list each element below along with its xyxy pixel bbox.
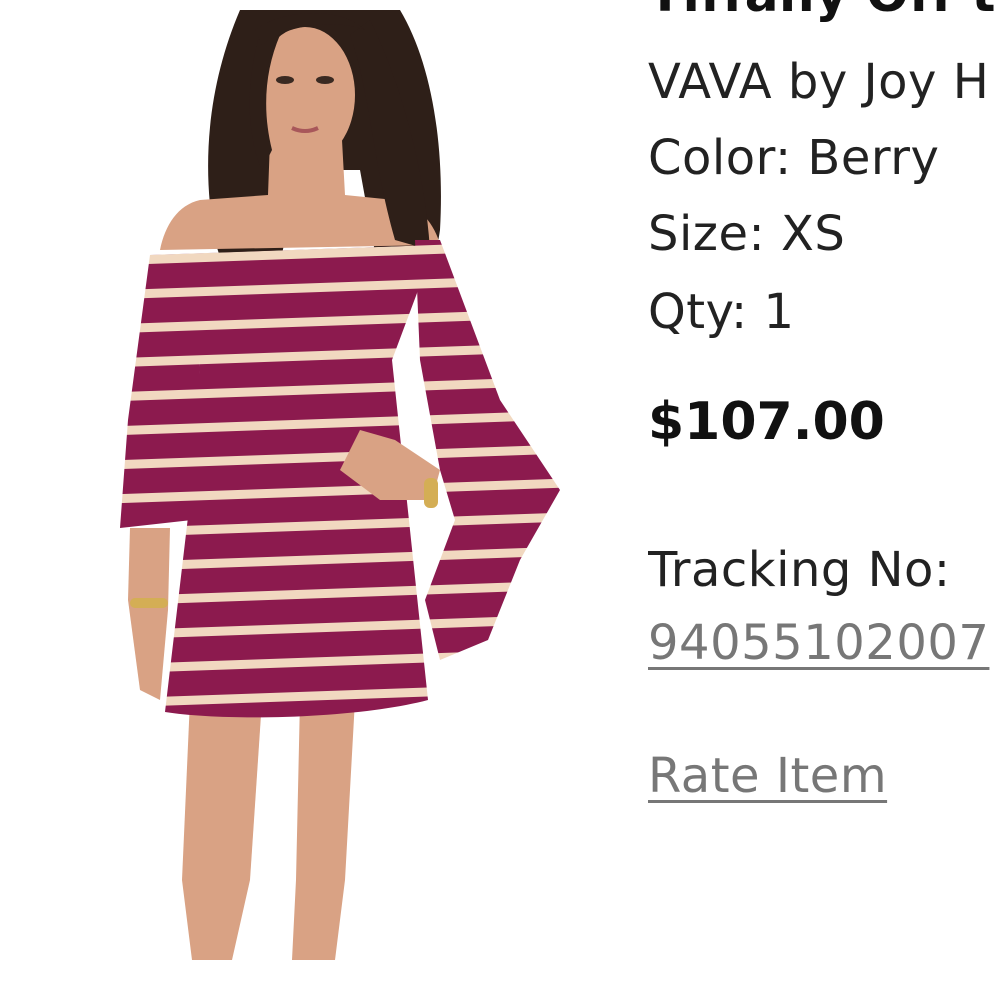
color-label: Color: Berry [648,130,940,186]
quantity-label: Qty: 1 [648,284,795,340]
item-details: Tiffany Off th VAVA by Joy H Color: Berr… [648,0,1000,1000]
order-item: Tiffany Off th VAVA by Joy H Color: Berr… [0,0,1000,1000]
product-title[interactable]: Tiffany Off th [648,0,1000,22]
product-photo[interactable] [0,0,600,965]
tracking-label: Tracking No: [648,542,951,598]
product-image [120,10,560,960]
rate-item-link[interactable]: Rate Item [648,748,887,804]
item-price: $107.00 [648,392,885,452]
tracking-number-link[interactable]: 94055102007 [648,615,989,671]
brand-name: VAVA by Joy H [648,54,990,110]
size-label: Size: XS [648,206,846,262]
